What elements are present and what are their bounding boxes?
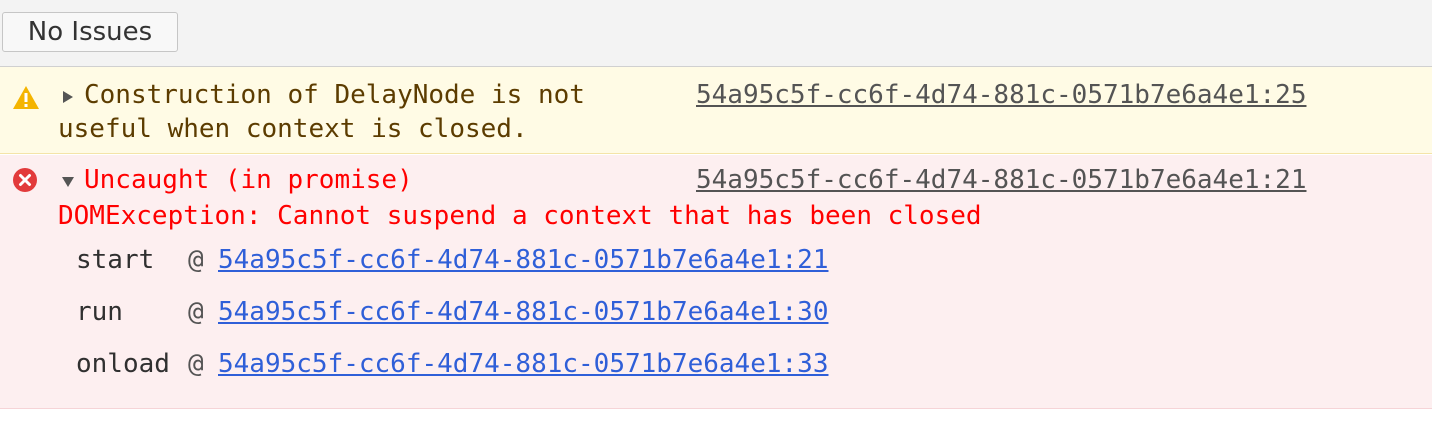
- collapse-triangle-icon[interactable]: [62, 177, 74, 187]
- stack-source-link[interactable]: 54a95c5f-cc6f-4d74-881c-0571b7e6a4e1:30: [218, 297, 828, 327]
- expand-triangle-icon[interactable]: [63, 91, 73, 103]
- stack-function-name: start: [76, 245, 155, 275]
- stack-at-sign: @: [188, 245, 204, 275]
- error-text-line2: DOMException: Cannot suspend a context t…: [58, 201, 982, 231]
- error-text-line1: Uncaught (in promise): [84, 165, 413, 195]
- warning-text-line1: Construction of DelayNode is not: [84, 80, 585, 110]
- console-warning-message: Construction of DelayNode is not useful …: [0, 67, 1432, 154]
- warning-icon: [13, 86, 39, 109]
- error-icon: [13, 168, 37, 192]
- stack-source-link[interactable]: 54a95c5f-cc6f-4d74-881c-0571b7e6a4e1:21: [218, 245, 828, 275]
- stack-function-name: onload: [76, 349, 170, 379]
- stack-frame: onload @ 54a95c5f-cc6f-4d74-881c-0571b7e…: [0, 347, 1432, 399]
- issues-button[interactable]: No Issues: [2, 12, 178, 52]
- stack-at-sign: @: [188, 297, 204, 327]
- stack-source-link[interactable]: 54a95c5f-cc6f-4d74-881c-0571b7e6a4e1:33: [218, 349, 828, 379]
- stack-frame: start @ 54a95c5f-cc6f-4d74-881c-0571b7e6…: [0, 243, 1432, 295]
- console-toolbar: No Issues: [0, 0, 1432, 67]
- warning-text-line2: useful when context is closed.: [58, 114, 528, 144]
- stack-frame: run @ 54a95c5f-cc6f-4d74-881c-0571b7e6a4…: [0, 295, 1432, 347]
- error-source-link[interactable]: 54a95c5f-cc6f-4d74-881c-0571b7e6a4e1:21: [696, 165, 1306, 195]
- console-error-message: Uncaught (in promise) DOMException: Cann…: [0, 155, 1432, 409]
- stack-at-sign: @: [188, 349, 204, 379]
- stack-function-name: run: [76, 297, 123, 327]
- warning-source-link[interactable]: 54a95c5f-cc6f-4d74-881c-0571b7e6a4e1:25: [696, 80, 1306, 110]
